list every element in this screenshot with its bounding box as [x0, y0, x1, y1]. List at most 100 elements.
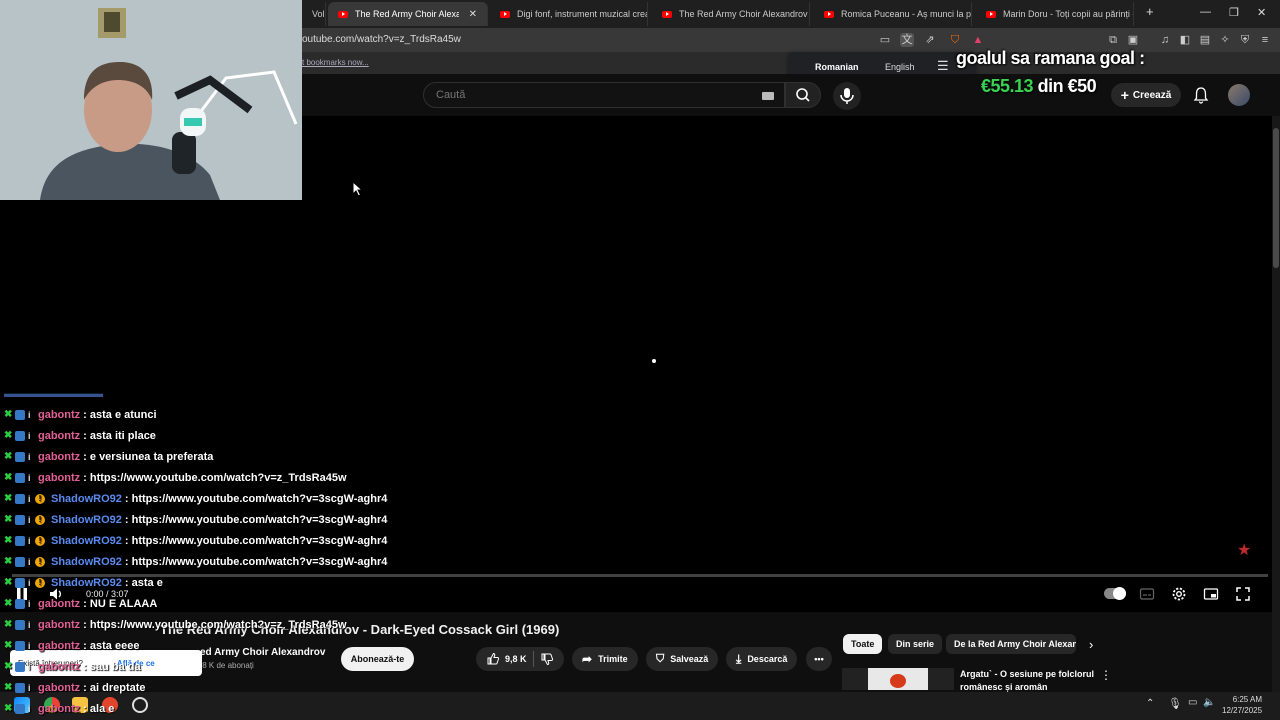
info-badge-icon: i: [28, 514, 31, 525]
minimize-icon[interactable]: —: [1200, 6, 1211, 18]
share-icon[interactable]: ⇗: [923, 33, 937, 47]
chat-badges: ✖ i: [4, 661, 32, 672]
chat-text: : sau ba da: [83, 660, 141, 673]
thumbs-down-icon[interactable]: [540, 652, 554, 666]
chat-badges: ✖ i: [4, 682, 32, 693]
recommendation-title[interactable]: Argatu` - O sesiune pe folclorul românes…: [960, 668, 1095, 694]
create-button[interactable]: + Creează: [1111, 83, 1181, 107]
keyboard-icon[interactable]: [762, 92, 774, 100]
sidebar-icon[interactable]: ◧: [1178, 33, 1192, 47]
recommendation-menu-icon[interactable]: ⋮: [1100, 668, 1112, 682]
youtube-favicon-icon: [986, 10, 996, 18]
tab-volk[interactable]: Volk: [302, 2, 326, 26]
menu-icon[interactable]: ≡: [1258, 33, 1272, 47]
brave-rewards-icon[interactable]: ▲: [971, 33, 985, 47]
wallet-icon[interactable]: ▤: [1198, 33, 1212, 47]
save-button[interactable]: ⛉ Salvează: [646, 647, 719, 671]
close-window-icon[interactable]: ✕: [1257, 6, 1266, 19]
cast-icon[interactable]: ▭: [878, 33, 892, 47]
download-label: Descarcă: [747, 654, 788, 664]
brave-shield-icon[interactable]: ⛉: [948, 33, 962, 47]
tray-clock[interactable]: 6:25 AM 12/27/2025: [1222, 694, 1262, 716]
chat-username: ShadowRO92: [51, 492, 122, 505]
chip-all[interactable]: Toate: [843, 634, 883, 654]
chat-message: ✖ i! ShadowRO92: https://www.youtube.com/w…: [4, 530, 387, 551]
translate-lang-romanian[interactable]: Romanian: [815, 62, 859, 72]
chat-app-badge-icon: [15, 472, 25, 483]
tab-digi-fonf[interactable]: Digi fonf, instrument muzical creat d: [490, 2, 648, 26]
chat-message: ✖ i! ShadowRO92: https://www.youtube.com/w…: [4, 509, 387, 530]
chat-text: : https://www.youtube.com/watch?v=3scgW-…: [124, 534, 388, 547]
chat-badges: ✖ i: [4, 598, 32, 609]
tray-mic-icon[interactable]: 🎙: [1168, 697, 1182, 710]
notifications-bell-icon[interactable]: [1192, 86, 1210, 104]
youtube-favicon-icon: [662, 10, 672, 18]
extensions-icon[interactable]: ⧉: [1106, 33, 1120, 47]
screenshot-icon[interactable]: ▣: [1126, 33, 1140, 47]
translate-options-icon[interactable]: ☰: [937, 58, 949, 74]
search-button[interactable]: [785, 82, 821, 108]
chat-username: gabontz: [38, 702, 81, 715]
tab-label: Volk: [312, 9, 325, 19]
tab-red-army-choir-kalinka[interactable]: The Red Army Choir Alexandrov - Ka: [652, 2, 810, 26]
tray-volume-icon[interactable]: 🔈: [1203, 697, 1215, 708]
save-label: Salvează: [670, 654, 709, 664]
media-icon[interactable]: ♫: [1158, 33, 1172, 47]
miniplayer-icon[interactable]: [1203, 586, 1219, 602]
info-badge-icon: i: [28, 451, 31, 462]
tab-romica-puceanu[interactable]: Romica Puceanu - Aș munci la plug ş: [814, 2, 972, 26]
autoplay-toggle[interactable]: [1104, 587, 1126, 600]
chip-from-channel[interactable]: De la Red Army Choir Alexan: [946, 634, 1076, 654]
tab-red-army-choir-active[interactable]: The Red Army Choir Alexandrov ✕: [328, 2, 488, 26]
fullscreen-icon[interactable]: [1235, 586, 1251, 602]
platform-badge-icon: ✖: [4, 492, 13, 504]
info-badge-icon: i: [28, 682, 31, 693]
info-badge-icon: i: [28, 598, 31, 609]
chat-text: : ai dreptate: [83, 681, 146, 694]
platform-badge-icon: ✖: [4, 555, 13, 567]
new-tab-button[interactable]: +: [1146, 4, 1154, 19]
more-actions-button[interactable]: •••: [806, 647, 832, 671]
chat-badges: ✖ i: [4, 702, 32, 714]
plus-icon: +: [1120, 87, 1129, 103]
maximize-icon[interactable]: ❐: [1229, 6, 1239, 19]
chat-text: : ala e: [83, 702, 115, 715]
tray-expand-icon[interactable]: ⌃: [1146, 698, 1154, 709]
chat-message: ✖ i gabontz: e versiunea ta preferata: [4, 446, 213, 467]
chips-next-icon[interactable]: ›: [1089, 637, 1093, 652]
search-icon: [796, 88, 810, 102]
translate-lang-english[interactable]: English: [885, 62, 915, 72]
chat-text: : asta iti place: [83, 429, 156, 442]
info-badge-icon: i: [28, 493, 31, 504]
download-button[interactable]: ⤓ Descarcă: [726, 647, 798, 671]
import-bookmarks-link[interactable]: t bookmarks now...: [302, 58, 369, 67]
leo-ai-icon[interactable]: ✧: [1218, 33, 1232, 47]
chip-from-series[interactable]: Din serie: [888, 634, 943, 654]
subtitles-icon[interactable]: [1139, 586, 1155, 602]
account-avatar[interactable]: [1228, 84, 1250, 106]
obs-taskbar-icon[interactable]: [132, 697, 148, 713]
chat-username: ShadowRO92: [51, 534, 122, 547]
url-field[interactable]: outube.com/watch?v=z_TrdsRa45w: [302, 34, 461, 45]
share-button[interactable]: ➦ Trimite: [572, 647, 638, 671]
vpn-icon[interactable]: ⛨: [1238, 33, 1252, 47]
chat-username: ShadowRO92: [51, 576, 122, 589]
moderator-badge-icon: !: [35, 514, 45, 525]
tab-marin-doru[interactable]: Marin Doru - Toți copii au părinți - Y: [976, 2, 1134, 26]
moderator-badge-icon: !: [35, 577, 45, 588]
chat-message: ✖ i! ShadowRO92: https://www.youtube.com/w…: [4, 551, 387, 572]
chat-badges: ✖ i: [4, 430, 32, 441]
close-tab-icon[interactable]: ✕: [469, 9, 477, 20]
search-input[interactable]: [436, 89, 736, 101]
tray-network-icon[interactable]: ▭: [1188, 697, 1197, 708]
platform-badge-icon: ✖: [4, 702, 13, 714]
chat-badges: ✖ i!: [4, 555, 45, 567]
info-badge-icon: i: [28, 430, 31, 441]
settings-gear-icon[interactable]: [1171, 586, 1187, 602]
recommendation-thumbnail[interactable]: [842, 668, 954, 690]
tab-label: The Red Army Choir Alexandrov - Ka: [679, 9, 809, 19]
scrollbar-thumb[interactable]: [1273, 128, 1279, 268]
chat-username: ShadowRO92: [51, 513, 122, 526]
translate-icon[interactable]: 文: [900, 33, 914, 47]
voice-search-button[interactable]: [833, 82, 861, 110]
